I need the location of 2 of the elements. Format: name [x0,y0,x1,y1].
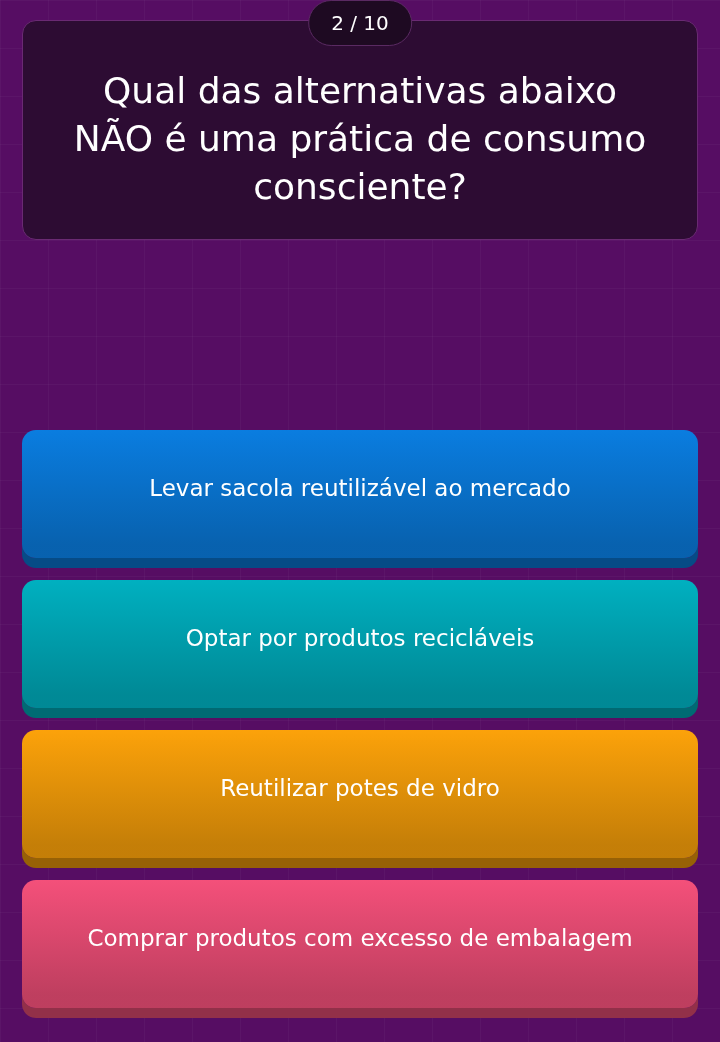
question-counter: 2 / 10 [308,0,412,46]
question-text: Qual das alternativas abaixo NÃO é uma prática de consumo consciente? [72,69,648,209]
